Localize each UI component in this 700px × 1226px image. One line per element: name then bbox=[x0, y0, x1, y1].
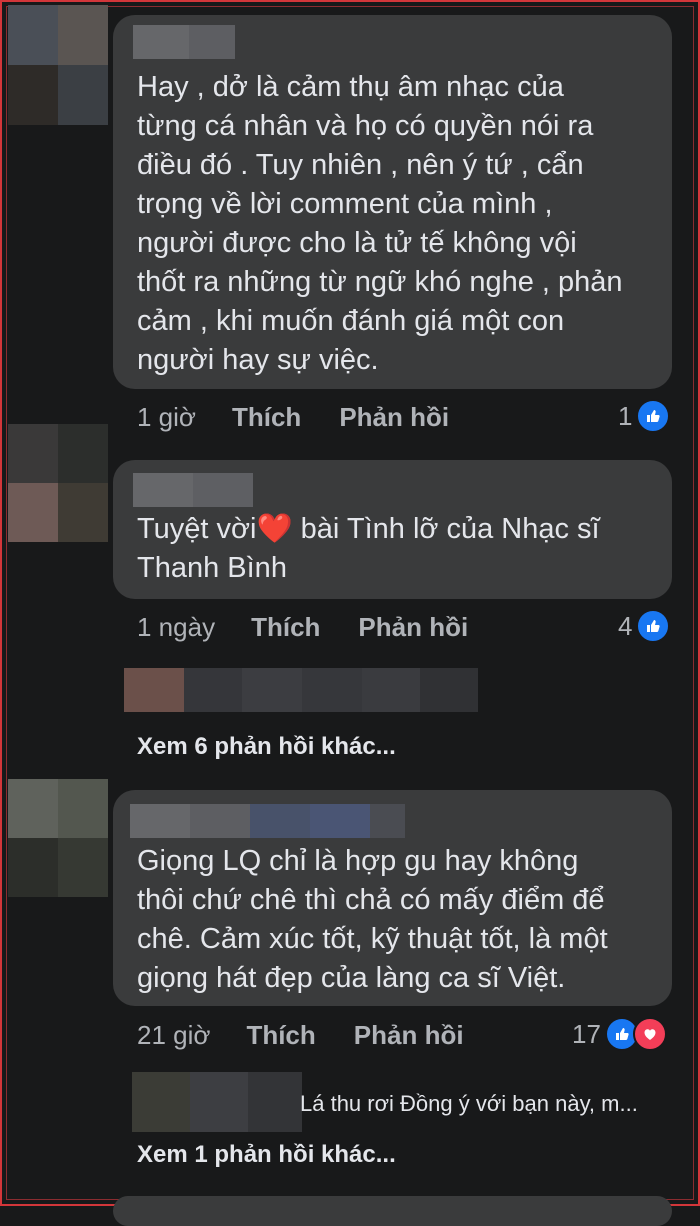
comment-actions: 21 giờ Thích Phản hồi bbox=[137, 1020, 464, 1051]
reply-preview-blurred[interactable] bbox=[124, 668, 478, 712]
reaction-count: 1 bbox=[618, 400, 633, 431]
comment-time[interactable]: 21 giờ bbox=[137, 1020, 210, 1051]
heart-icon bbox=[632, 1017, 667, 1051]
comment-text: Giọng LQ chỉ là hợp gu hay không thôi ch… bbox=[137, 845, 608, 994]
view-more-replies-link[interactable]: Xem 1 phản hồi khác... bbox=[137, 1141, 396, 1169]
reply-button[interactable]: Phản hồi bbox=[339, 402, 449, 433]
like-icon bbox=[636, 609, 671, 643]
reply-avatar-blurred[interactable] bbox=[132, 1072, 302, 1132]
view-more-replies-link[interactable]: Xem 6 phản hồi khác... bbox=[137, 733, 396, 761]
reaction-count: 4 bbox=[618, 610, 633, 641]
reply-preview-text[interactable]: Lá thu rơi Đồng ý với bạn này, m... bbox=[300, 1091, 638, 1117]
author-name-blurred[interactable] bbox=[130, 804, 405, 838]
like-icon bbox=[636, 399, 671, 433]
comment-time[interactable]: 1 giờ bbox=[137, 402, 196, 433]
next-comment-bubble-edge bbox=[113, 1196, 672, 1226]
comment-text: Tuyệt vời❤️ bài Tình lỡ của Nhạc sĩ Than… bbox=[137, 510, 667, 588]
comment-actions: 1 giờ Thích Phản hồi bbox=[137, 402, 449, 433]
like-button[interactable]: Thích bbox=[232, 402, 301, 433]
reply-button[interactable]: Phản hồi bbox=[358, 612, 468, 643]
avatar[interactable] bbox=[8, 779, 108, 897]
reply-button[interactable]: Phản hồi bbox=[354, 1020, 464, 1051]
like-button[interactable]: Thích bbox=[251, 612, 320, 643]
avatar[interactable] bbox=[8, 5, 108, 125]
reaction-summary[interactable]: 17 bbox=[572, 1017, 667, 1051]
comment-actions: 1 ngày Thích Phản hồi bbox=[137, 612, 468, 643]
red-heart-emoji: ❤️ bbox=[256, 513, 293, 545]
reaction-count: 17 bbox=[572, 1018, 601, 1049]
reaction-summary[interactable]: 4 bbox=[618, 609, 671, 643]
comment-text-start: Tuyệt vời bbox=[137, 513, 257, 545]
avatar[interactable] bbox=[8, 424, 108, 542]
author-name-blurred[interactable] bbox=[133, 25, 235, 59]
reaction-summary[interactable]: 1 bbox=[618, 399, 671, 433]
author-name-blurred[interactable] bbox=[133, 473, 253, 507]
comment-text: Hay , dở là cảm thụ âm nhạc của từng cá … bbox=[137, 71, 623, 376]
comment-time[interactable]: 1 ngày bbox=[137, 612, 215, 643]
like-button[interactable]: Thích bbox=[246, 1020, 315, 1051]
